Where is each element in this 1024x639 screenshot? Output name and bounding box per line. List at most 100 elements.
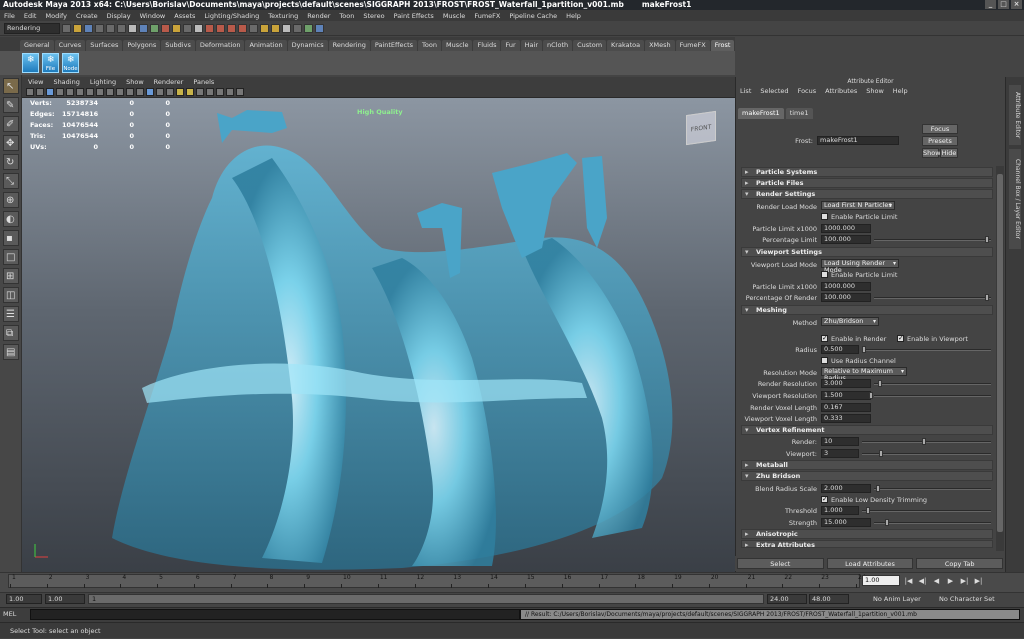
manipulator-tool-icon[interactable]: ⊕	[3, 192, 19, 208]
history-icon[interactable]	[249, 23, 258, 33]
focus-button[interactable]: Focus	[922, 124, 958, 134]
new-scene-icon[interactable]	[62, 23, 71, 33]
menu-assets[interactable]: Assets	[174, 12, 195, 20]
snap-point-icon[interactable]	[227, 23, 236, 33]
soft-mod-tool-icon[interactable]: ◐	[3, 211, 19, 227]
ae-menu-show[interactable]: Show	[866, 86, 884, 97]
save-scene-icon[interactable]	[84, 23, 93, 33]
viewport-percentage-field[interactable]: 100.000	[821, 293, 871, 302]
shelf-tab-painteffects[interactable]: PaintEffects	[370, 40, 418, 51]
layout-graph-icon[interactable]: ⧉	[3, 325, 19, 341]
menu-set-dropdown[interactable]: Rendering	[4, 22, 60, 34]
shelf-tab-deformation[interactable]: Deformation	[195, 40, 245, 51]
section-render-settings[interactable]: Render Settings	[741, 189, 993, 199]
anim-layer-dropdown[interactable]: No Anim Layer	[870, 594, 932, 604]
paint-select-tool-icon[interactable]: ✐	[3, 116, 19, 132]
camera-select-icon[interactable]	[26, 88, 34, 96]
section-meshing[interactable]: Meshing	[741, 305, 993, 315]
shelf-tab-animation[interactable]: Animation	[245, 40, 287, 51]
shadows-icon[interactable]	[196, 88, 204, 96]
threshold-field[interactable]: 1.000	[821, 506, 859, 515]
select-tool-icon[interactable]: ↖	[3, 78, 19, 94]
refinement-render-field[interactable]: 10	[821, 437, 859, 446]
section-particle-systems[interactable]: Particle Systems	[741, 167, 993, 177]
maximize-button[interactable]: □	[998, 0, 1009, 9]
shelf-tab-frost[interactable]: Frost	[710, 40, 735, 51]
film-gate-icon[interactable]	[76, 88, 84, 96]
refinement-viewport-field[interactable]: 3	[821, 449, 859, 458]
vp-menu-shading[interactable]: Shading	[53, 77, 79, 87]
step-forward-key-button[interactable]: ▶|	[959, 577, 970, 585]
playback-start-field[interactable]: 1.00	[45, 594, 85, 604]
shelf-tab-general[interactable]: General	[20, 40, 54, 51]
default-lighting-icon[interactable]	[176, 88, 184, 96]
ae-menu-help[interactable]: Help	[893, 86, 908, 97]
vp-menu-show[interactable]: Show	[126, 77, 144, 87]
blend-radius-scale-field[interactable]: 2.000	[821, 484, 871, 493]
viewport-percentage-slider-handle[interactable]	[985, 294, 989, 301]
shelf-tab-custom[interactable]: Custom	[573, 40, 607, 51]
hide-button[interactable]: Hide	[940, 148, 958, 158]
enable-in-render-checkbox[interactable]	[821, 334, 828, 342]
refinement-render-slider-handle[interactable]	[922, 438, 926, 445]
smooth-shade-icon[interactable]	[146, 88, 154, 96]
layout-four-icon[interactable]: ⊞	[3, 268, 19, 284]
load-attributes-button[interactable]: Load Attributes	[826, 558, 914, 569]
radius-slider[interactable]	[862, 349, 991, 351]
grid-icon[interactable]	[66, 88, 74, 96]
time-slider[interactable]	[8, 574, 860, 588]
viewport-enable-limit-checkbox[interactable]	[821, 271, 828, 278]
section-particle-files[interactable]: Particle Files	[741, 178, 993, 188]
menu-window[interactable]: Window	[140, 12, 166, 20]
viewport-3d[interactable]	[22, 98, 735, 574]
ae-scrollbar[interactable]	[996, 166, 1004, 551]
menu-render[interactable]: Render	[307, 12, 330, 20]
play-backward-button[interactable]: ◀	[931, 577, 942, 585]
layout-single-icon[interactable]: □	[3, 249, 19, 265]
shelf-tab-ncloth[interactable]: nCloth	[543, 40, 573, 51]
vp-menu-lighting[interactable]: Lighting	[90, 77, 116, 87]
step-back-key-button[interactable]: ◀|	[917, 577, 928, 585]
mel-label[interactable]: MEL	[3, 610, 16, 618]
go-to-start-button[interactable]: |◀	[903, 577, 914, 585]
bookmark-icon[interactable]	[46, 88, 54, 96]
render-resolution-field[interactable]: 3.000	[821, 379, 871, 388]
render-settings-icon[interactable]	[282, 23, 291, 33]
vp-menu-view[interactable]: View	[28, 77, 43, 87]
vp-menu-panels[interactable]: Panels	[193, 77, 214, 87]
last-tool-icon[interactable]: ▪	[3, 230, 19, 246]
menu-edit[interactable]: Edit	[24, 12, 37, 20]
menu-lighting-shading[interactable]: Lighting/Shading	[204, 12, 259, 20]
safe-action-icon[interactable]	[116, 88, 124, 96]
select-hierarchy-icon[interactable]	[95, 23, 104, 33]
ipr-render-icon[interactable]	[271, 23, 280, 33]
channel-box-icon[interactable]	[315, 23, 324, 33]
menu-create[interactable]: Create	[76, 12, 98, 20]
presets-button[interactable]: Presets	[922, 136, 958, 146]
side-tab-channel-box[interactable]: Channel Box / Layer Editor	[1009, 149, 1021, 249]
textured-icon[interactable]	[166, 88, 174, 96]
mask-rendering-icon[interactable]	[194, 23, 203, 33]
mask-joints-icon[interactable]	[139, 23, 148, 33]
resolution-gate-icon[interactable]	[86, 88, 94, 96]
section-anisotropic[interactable]: Anisotropic	[741, 529, 993, 539]
shelf-tab-surfaces[interactable]: Surfaces	[86, 40, 123, 51]
menu-file[interactable]: File	[4, 12, 15, 20]
render-limit-field[interactable]: 1000.000	[821, 224, 871, 233]
ae-menu-selected[interactable]: Selected	[760, 86, 788, 97]
threshold-slider-handle[interactable]	[866, 507, 870, 514]
close-button[interactable]: ×	[1011, 0, 1022, 9]
gate-mask-icon[interactable]	[96, 88, 104, 96]
menu-modify[interactable]: Modify	[45, 12, 67, 20]
refinement-render-slider[interactable]	[862, 441, 991, 443]
move-tool-icon[interactable]: ✥	[3, 135, 19, 151]
safe-title-icon[interactable]	[126, 88, 134, 96]
animation-start-field[interactable]: 1.00	[6, 594, 42, 604]
character-set-dropdown[interactable]: No Character Set	[936, 594, 1020, 604]
xray-icon[interactable]	[206, 88, 214, 96]
radius-field[interactable]: 0.500	[821, 345, 859, 354]
view-cube[interactable]: FRONT	[686, 110, 716, 146]
ae-scrollbar-thumb[interactable]	[997, 174, 1003, 532]
lasso-tool-icon[interactable]: ✎	[3, 97, 19, 113]
viewport-resolution-slider-handle[interactable]	[869, 392, 873, 399]
